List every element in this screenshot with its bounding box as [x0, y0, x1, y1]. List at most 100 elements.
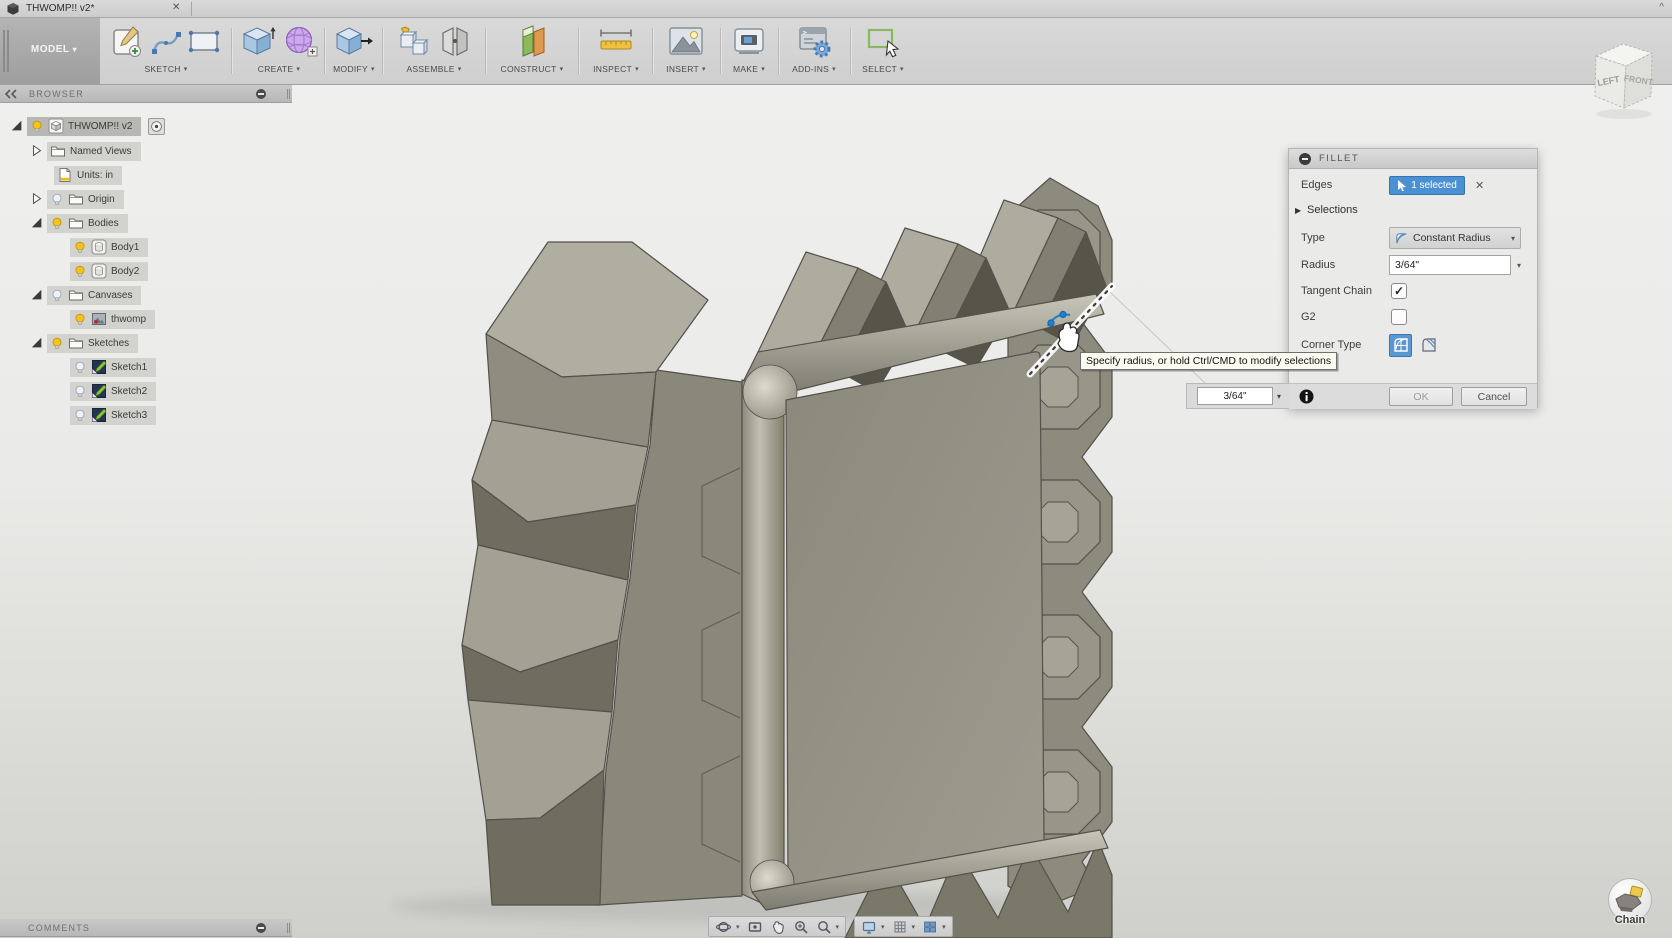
expand-open-icon[interactable] — [30, 216, 44, 230]
activate-component-button[interactable] — [148, 117, 166, 135]
toolbar-group-addins[interactable]: ADD-INS ▾ — [780, 18, 848, 84]
fillet-dialog-header[interactable]: FILLET — [1289, 149, 1537, 169]
thwomp-model[interactable] — [390, 177, 1207, 938]
bulb-on-icon[interactable] — [73, 264, 87, 279]
zoom-in-icon[interactable] — [793, 919, 809, 935]
panel-options-icon[interactable] — [256, 923, 266, 933]
corner-type-setback-button[interactable] — [1417, 334, 1440, 357]
scripts-addins-icon[interactable] — [796, 23, 832, 59]
grid-snap-icon[interactable] — [892, 919, 908, 935]
tree-row[interactable]: Units: in — [54, 165, 123, 185]
tree-row[interactable]: thwomp — [70, 309, 156, 329]
bulb-on-icon[interactable] — [50, 336, 64, 351]
bulb-on-icon[interactable] — [50, 216, 64, 231]
tree-row[interactable]: Bodies — [30, 213, 128, 233]
new-component-icon[interactable] — [397, 23, 433, 59]
sketch-rectangle-icon[interactable] — [187, 23, 221, 59]
viewport-canvas[interactable] — [0, 0, 1672, 938]
bulb-on-icon[interactable] — [30, 119, 44, 134]
tree-row[interactable]: Body1 — [70, 237, 149, 257]
info-icon[interactable] — [1299, 389, 1314, 404]
floating-radius-input[interactable]: 3/64" — [1197, 387, 1273, 405]
toolbar-group-create[interactable]: CREATE ▾ — [236, 18, 322, 84]
cancel-button[interactable]: Cancel — [1461, 387, 1527, 406]
press-pull-icon[interactable] — [334, 23, 374, 59]
viewcube[interactable]: LEFT FRONT — [1578, 24, 1672, 122]
bulb-off-icon[interactable] — [73, 408, 87, 423]
clear-selection-icon[interactable]: ✕ — [1475, 179, 1484, 192]
fillet-type-dropdown[interactable]: Constant Radius ▾ — [1389, 227, 1521, 249]
expand-open-icon[interactable] — [30, 336, 44, 350]
chevron-down-icon[interactable]: ▾ — [836, 923, 840, 931]
toolbar-group-modify[interactable]: MODIFY ▾ — [327, 18, 381, 84]
expand-section-icon[interactable]: ▶ — [1295, 206, 1301, 215]
insert-image-icon[interactable] — [667, 23, 705, 59]
create-sketch-icon[interactable] — [111, 23, 145, 59]
tab-close-icon[interactable]: ✕ — [172, 2, 180, 13]
selections-row[interactable]: ▶ Selections — [1289, 199, 1537, 221]
pan-icon[interactable] — [770, 919, 786, 935]
tree-row[interactable]: Sketch3 — [70, 405, 157, 425]
tree-row[interactable]: Named Views — [30, 141, 141, 161]
g2-checkbox[interactable] — [1391, 309, 1407, 325]
viewports-icon[interactable] — [922, 919, 938, 935]
radius-input[interactable]: 3/64" — [1389, 255, 1511, 275]
tree-row[interactable]: Origin — [30, 189, 124, 209]
ok-button[interactable]: OK — [1389, 387, 1453, 406]
toolbar-group-construct[interactable]: CONSTRUCT ▾ — [488, 18, 576, 84]
new-body-box-icon[interactable] — [240, 23, 278, 59]
corner-type-roll-button[interactable] — [1389, 333, 1412, 357]
orbit-icon[interactable] — [715, 919, 732, 935]
construction-plane-icon[interactable] — [513, 23, 551, 59]
form-sphere-icon[interactable] — [283, 23, 319, 59]
chevron-down-icon[interactable]: ▾ — [1277, 392, 1281, 401]
panel-resize-grip[interactable] — [287, 89, 290, 99]
collapse-panel-icon[interactable] — [5, 88, 17, 99]
chevron-down-icon[interactable]: ▾ — [912, 923, 916, 931]
panel-resize-grip[interactable] — [287, 923, 290, 933]
tree-row[interactable]: Sketches — [30, 333, 139, 353]
tree-row[interactable]: Canvases — [30, 285, 142, 305]
chevron-down-icon[interactable]: ▾ — [881, 923, 885, 931]
spline-icon[interactable] — [150, 23, 182, 59]
toolbar-group-assemble[interactable]: ASSEMBLE ▾ — [385, 18, 483, 84]
edges-selection-button[interactable]: 1 selected — [1389, 175, 1465, 195]
bulb-off-icon[interactable] — [73, 384, 87, 399]
expand-open-icon[interactable] — [30, 288, 44, 302]
zoom-window-icon[interactable] — [816, 919, 832, 935]
3d-print-icon[interactable] — [731, 23, 767, 59]
display-settings-icon[interactable] — [861, 919, 877, 935]
tree-row[interactable]: Sketch2 — [70, 381, 157, 401]
bulb-off-icon[interactable] — [73, 360, 87, 375]
tree-row[interactable]: Sketch1 — [70, 357, 157, 377]
joint-icon[interactable] — [438, 23, 472, 59]
collapse-toolbar-icon[interactable]: ^ — [1659, 2, 1664, 13]
toolbar-group-inspect[interactable]: INSPECT ▾ — [581, 18, 651, 84]
chevron-down-icon[interactable]: ▾ — [1517, 261, 1521, 270]
chevron-down-icon[interactable]: ▾ — [736, 923, 740, 931]
expand-closed-icon[interactable] — [30, 144, 44, 158]
workspace-switcher[interactable]: MODEL ▾ — [0, 18, 100, 84]
tree-row[interactable]: Body2 — [70, 261, 149, 281]
toolbar-group-make[interactable]: MAKE ▾ — [722, 18, 776, 84]
bulb-off-icon[interactable] — [50, 288, 64, 303]
browser-panel-header[interactable]: BROWSER — [0, 85, 292, 103]
tree-row-root[interactable]: THWOMP!! v2 — [10, 116, 166, 136]
expand-open-icon[interactable] — [10, 119, 24, 133]
chevron-down-icon[interactable]: ▾ — [942, 923, 946, 931]
tangent-chain-checkbox[interactable]: ✓ — [1391, 283, 1407, 299]
dialog-drag-handle-icon[interactable] — [1299, 152, 1311, 165]
panel-options-icon[interactable] — [256, 89, 266, 99]
toolbar-grip[interactable] — [3, 30, 9, 72]
document-tab-title[interactable]: THWOMP!! v2* — [26, 3, 94, 14]
toolbar-group-select[interactable]: SELECT ▾ — [852, 18, 914, 84]
bulb-off-icon[interactable] — [50, 192, 64, 207]
toolbar-group-insert[interactable]: INSERT ▾ — [654, 18, 718, 84]
bulb-on-icon[interactable] — [73, 312, 87, 327]
toolbar-group-sketch[interactable]: SKETCH ▾ — [102, 18, 230, 84]
expand-closed-icon[interactable] — [30, 192, 44, 206]
bulb-on-icon[interactable] — [73, 240, 87, 255]
select-window-icon[interactable] — [864, 23, 902, 59]
look-at-icon[interactable] — [747, 919, 763, 935]
measure-icon[interactable] — [597, 23, 635, 59]
